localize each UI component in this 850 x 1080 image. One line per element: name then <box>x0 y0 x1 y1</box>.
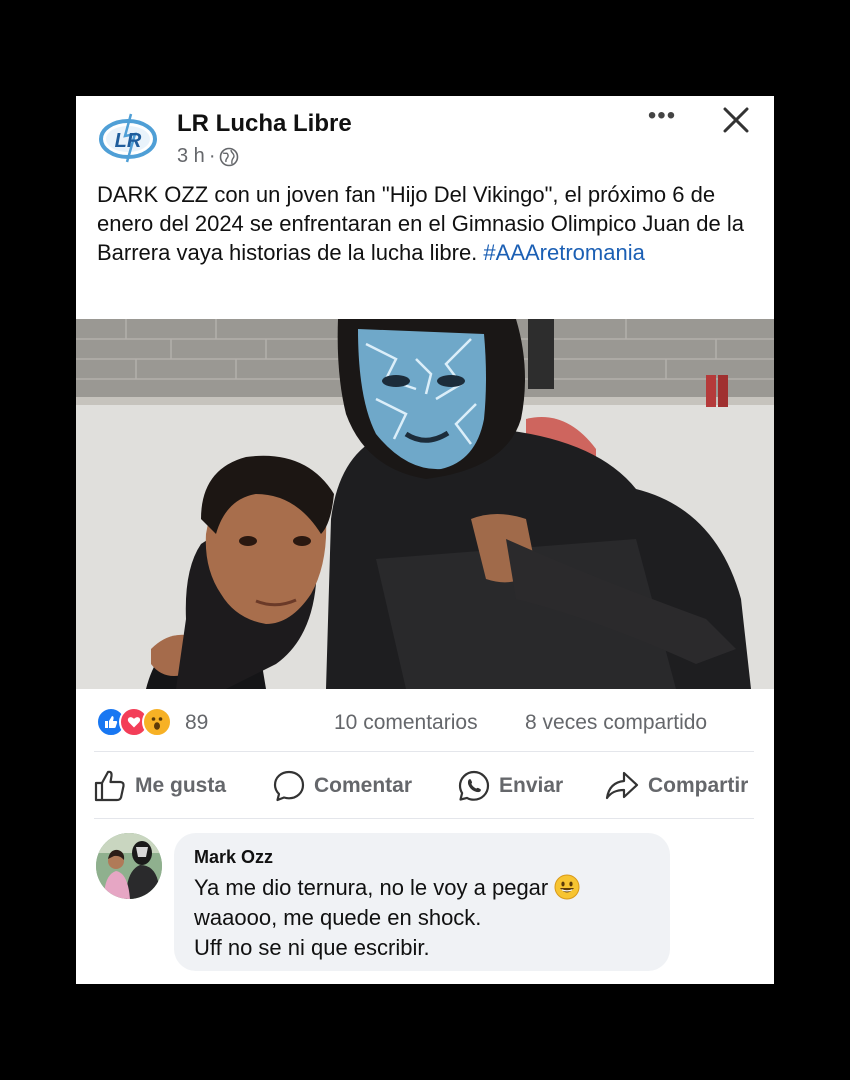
send-label: Enviar <box>499 774 564 797</box>
post-photo[interactable] <box>76 319 774 689</box>
comment-label: Comentar <box>314 774 413 797</box>
hashtag-link[interactable]: #AAAretromania <box>483 240 644 265</box>
like-label: Me gusta <box>135 774 227 797</box>
post-body: DARK OZZ con un joven fan "Hijo Del Viki… <box>97 182 744 265</box>
action-bar: Me gusta Comentar Enviar Compartir <box>76 764 774 812</box>
comment-line-3: Uff no se ni que escribir. <box>194 935 430 960</box>
reactions-count[interactable]: 89 <box>185 711 208 735</box>
share-button[interactable]: Compartir <box>604 768 748 804</box>
comment-bubble: Mark Ozz Ya me dio ternura, no le voy a … <box>174 833 670 971</box>
avatar[interactable] <box>96 833 162 899</box>
grinning-face-emoji <box>554 874 580 900</box>
comment-line-2: waaooo, me quede en shock. <box>194 905 482 930</box>
logo-text: LR <box>115 130 142 152</box>
post-time[interactable]: 3 h <box>177 145 205 168</box>
meta-separator: · <box>208 145 216 167</box>
like-button[interactable]: Me gusta <box>93 768 226 804</box>
wow-reaction-icon <box>142 707 172 737</box>
divider-top <box>94 751 754 752</box>
post-header: LR LR Lucha Libre 3 h · ••• <box>76 96 774 176</box>
post-card: LR LR Lucha Libre 3 h · ••• DARK OZZ con… <box>76 96 774 984</box>
page-logo[interactable]: LR <box>98 112 158 164</box>
comment-bubble-icon <box>273 770 305 802</box>
page-name[interactable]: LR Lucha Libre <box>177 110 352 138</box>
divider-bottom <box>94 818 754 819</box>
send-button[interactable]: Enviar <box>457 768 563 804</box>
reactions-row: 89 10 comentarios 8 veces compartido <box>76 701 774 745</box>
comment-text: Ya me dio ternura, no le voy a pegar waa… <box>194 873 664 963</box>
comment-line-1: Ya me dio ternura, no le voy a pegar <box>194 873 664 903</box>
post-text: DARK OZZ con un joven fan "Hijo Del Viki… <box>97 180 767 267</box>
globe-icon <box>220 147 239 166</box>
share-label: Compartir <box>648 774 749 797</box>
comment-section: Mark Ozz Ya me dio ternura, no le voy a … <box>76 829 774 984</box>
more-options-icon[interactable]: ••• <box>644 104 680 134</box>
comment-line-1-text: Ya me dio ternura, no le voy a pegar <box>194 875 549 900</box>
shares-count[interactable]: 8 veces compartido <box>525 711 707 735</box>
thumbs-up-icon <box>94 770 125 802</box>
reaction-icons[interactable] <box>96 707 172 737</box>
comment-button[interactable]: Comentar <box>272 768 412 804</box>
comments-count[interactable]: 10 comentarios <box>334 711 478 735</box>
post-meta: 3 h · <box>177 145 239 168</box>
whatsapp-icon <box>458 770 490 801</box>
share-arrow-icon <box>605 771 639 800</box>
close-icon[interactable] <box>718 102 754 138</box>
comment-author[interactable]: Mark Ozz <box>194 847 273 868</box>
